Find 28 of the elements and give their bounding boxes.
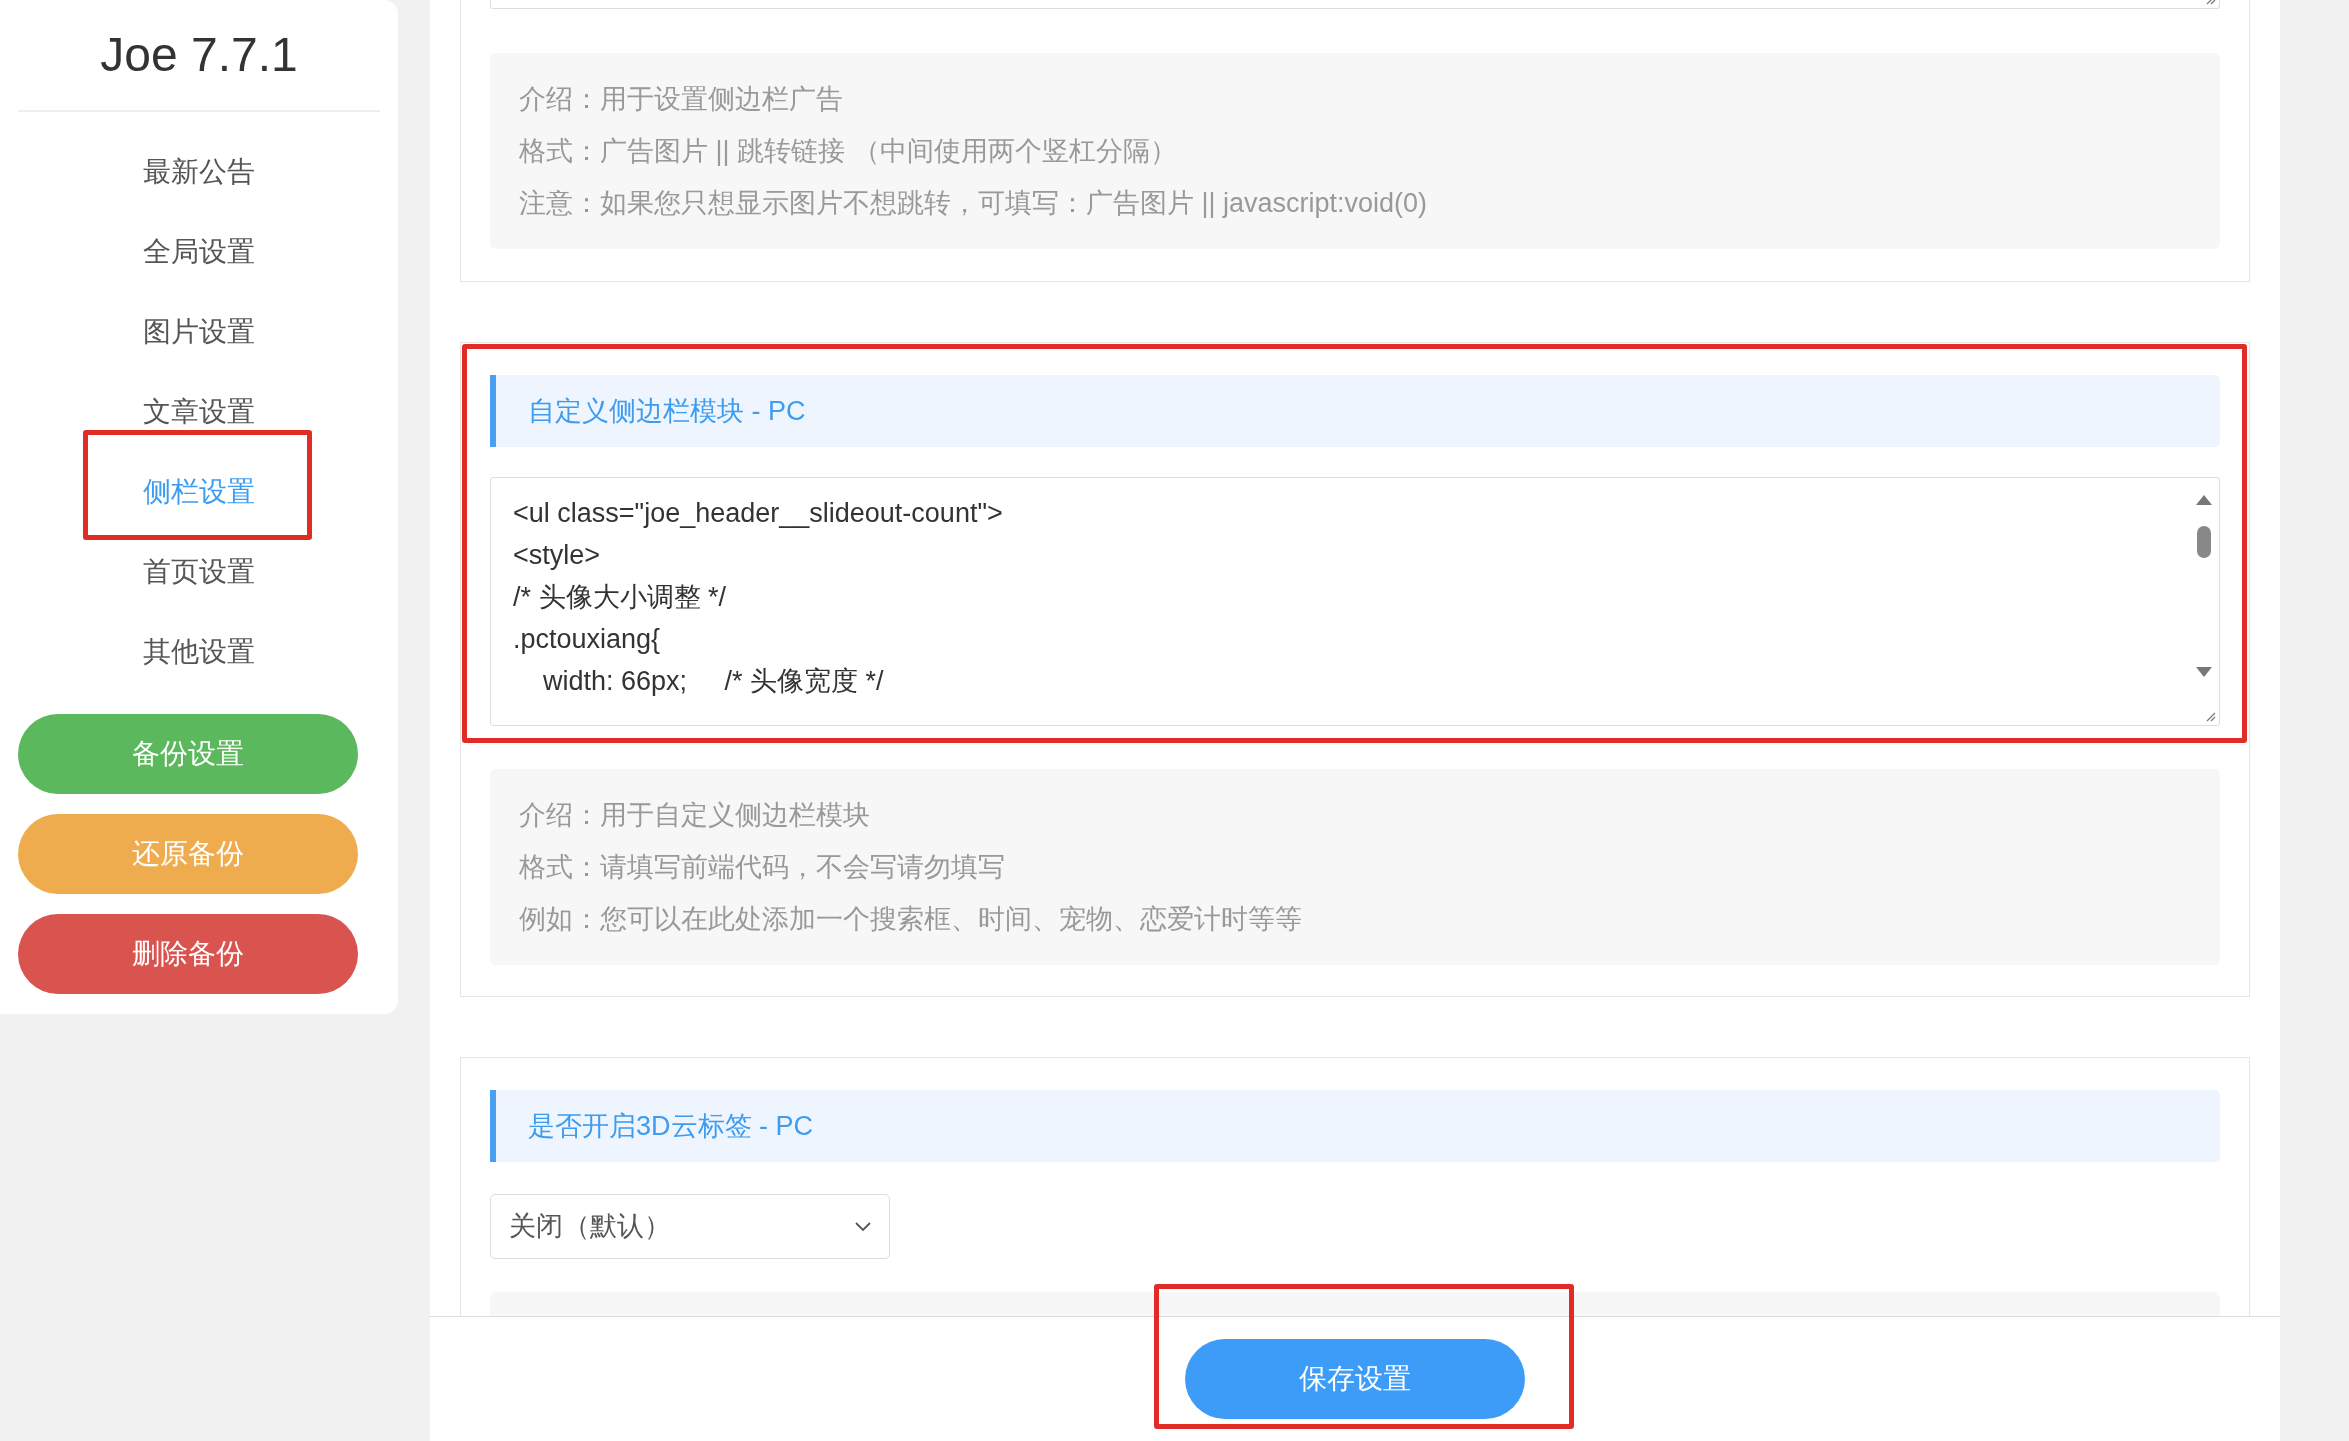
sidebar-item[interactable]: 图片设置	[139, 311, 259, 353]
sidebar-item[interactable]: 首页设置	[139, 551, 259, 593]
action-button[interactable]: 删除备份	[18, 914, 358, 994]
description-text: 介绍：用于自定义侧边栏模块	[519, 799, 871, 832]
section-title: 是否开启3D云标签 - PC	[528, 1109, 814, 1143]
description-text: 例如：您可以在此处添加一个搜索框、时间、宠物、恋爱计时等等	[519, 903, 1303, 936]
code-line: .pctouxiang{	[513, 623, 661, 656]
sidebar-item[interactable]: 其他设置	[139, 631, 259, 673]
chevron-down-icon	[855, 1221, 871, 1232]
scroll-down-icon[interactable]	[2195, 666, 2213, 678]
app-title: Joe 7.7.1	[100, 27, 298, 83]
sidebar-item[interactable]: 最新公告	[139, 151, 259, 193]
description-text: 介绍：用于设置侧边栏广告	[519, 83, 844, 116]
description-text: 格式：广告图片 || 跳转链接 （中间使用两个竖杠分隔）	[519, 135, 1178, 168]
code-line: /* 头像大小调整 */	[513, 581, 727, 614]
code-text-area[interactable]: <ul class="joe_header__slideout-count"> <style> /* 头像大小调整 */ .pctouxiang{ width: 66px; /* 头像宽度 */	[490, 477, 2220, 726]
sidebar-item[interactable]: 全局设置	[139, 231, 259, 273]
code-line: <style>	[513, 539, 601, 572]
description-text: 格式：请填写前端代码，不会写请勿填写	[519, 851, 1006, 884]
sidebar-item[interactable]: 文章设置	[139, 391, 259, 433]
section-title: 自定义侧边栏模块 - PC	[528, 394, 806, 428]
dropdown-select[interactable]: 关闭（默认）	[490, 1194, 890, 1259]
resize-handle-icon[interactable]	[2204, 710, 2216, 722]
scrollbar-thumb[interactable]	[2197, 526, 2211, 558]
scroll-up-icon[interactable]	[2195, 494, 2213, 506]
code-line: <ul class="joe_header__slideout-count">	[513, 497, 1003, 530]
code-line: width: 66px; /* 头像宽度 */	[542, 665, 884, 698]
description-text: 注意：如果您只想显示图片不想跳转，可填写：广告图片 || javascript:void(0)	[519, 187, 1429, 220]
